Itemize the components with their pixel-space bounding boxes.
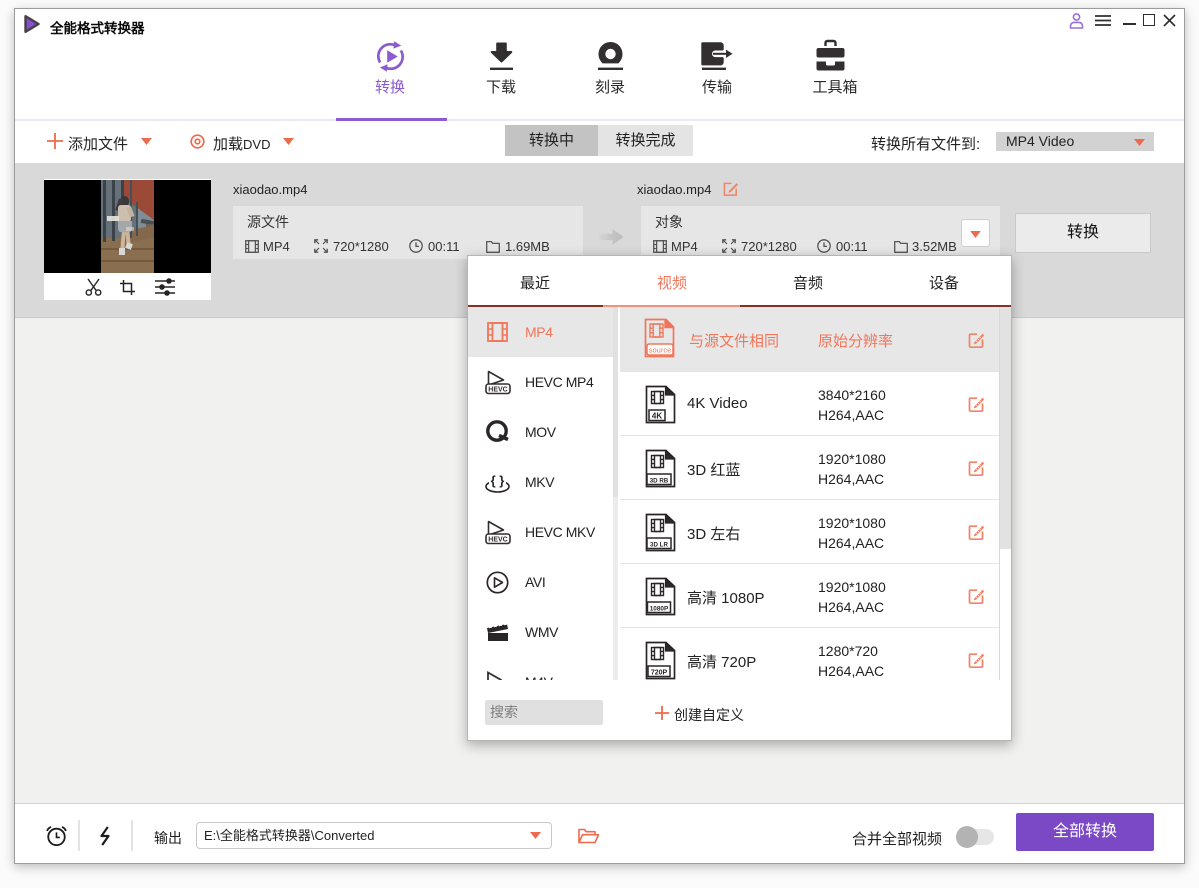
svg-text:source: source [649,346,672,355]
svg-text:{ }: { } [491,473,505,488]
svg-text:720P: 720P [651,669,668,676]
svg-text:HEVC: HEVC [488,536,507,543]
svg-text:HEVC: HEVC [488,386,507,393]
svg-text:4K: 4K [652,411,662,420]
svg-text:1080P: 1080P [650,605,669,612]
svg-text:3D RB: 3D RB [650,477,669,484]
svg-text:3D LR: 3D LR [650,541,668,548]
